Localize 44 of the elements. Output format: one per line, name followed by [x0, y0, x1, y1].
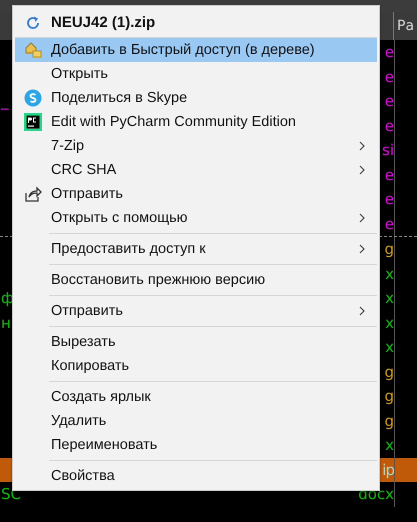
file-name: н — [1, 314, 11, 332]
column-header: Ра — [397, 18, 414, 34]
pycharm-icon — [24, 113, 42, 131]
menu-item[interactable]: Свойства — [15, 464, 377, 488]
menu-item[interactable]: Копировать — [15, 354, 377, 378]
menu-title: NEUJ42 (1).zip — [51, 14, 156, 31]
menu-item[interactable]: Создать ярлык — [15, 385, 377, 409]
menu-item[interactable]: Вырезать — [15, 330, 377, 354]
file-extension: e — [384, 190, 394, 208]
file-extension: x — [385, 338, 394, 356]
menu-item[interactable]: Удалить — [15, 409, 377, 433]
menu-item[interactable]: Открыть — [15, 62, 377, 86]
menu-item[interactable]: 7-Zip — [15, 134, 377, 158]
file-extension: g — [384, 387, 394, 406]
file-extension: g — [384, 240, 394, 258]
file-extension: si — [382, 141, 394, 160]
menu-item[interactable]: Edit with PyCharm Community Edition — [15, 110, 377, 134]
menu-item[interactable]: Отправить — [15, 299, 377, 323]
share-icon — [24, 185, 42, 203]
file-name: _ — [1, 92, 8, 110]
menu-item[interactable]: Добавить в Быстрый доступ (в дереве) — [15, 38, 377, 62]
file-extension: e — [384, 214, 394, 233]
file-extension: e — [384, 166, 394, 184]
file-extension: g — [384, 412, 394, 430]
file-extension: e — [384, 43, 394, 62]
house-folder-icon — [24, 41, 42, 59]
menu-item[interactable]: Предоставить доступ к — [15, 237, 377, 261]
file-extension: g — [384, 362, 394, 381]
menu-item[interactable]: CRC SHA — [15, 158, 377, 182]
file-extension: x — [385, 264, 394, 283]
refresh-icon — [24, 14, 42, 32]
menu-item[interactable]: Отправить — [15, 182, 377, 206]
menu-item[interactable]: Переименовать — [15, 433, 377, 457]
file-extension: ip — [382, 460, 394, 479]
menu-item[interactable]: Восстановить прежнюю версию — [15, 268, 377, 292]
menu-item[interactable]: Открыть с помощью — [15, 206, 377, 230]
file-extension: e — [384, 68, 394, 86]
file-extension: e — [384, 116, 394, 135]
file-extension: e — [384, 92, 394, 110]
file-extension: x — [385, 314, 394, 332]
menu-item[interactable]: Поделиться в Skype — [15, 86, 377, 110]
skype-icon — [24, 89, 42, 107]
file-extension: x — [385, 289, 394, 308]
file-extension: x — [385, 436, 394, 454]
